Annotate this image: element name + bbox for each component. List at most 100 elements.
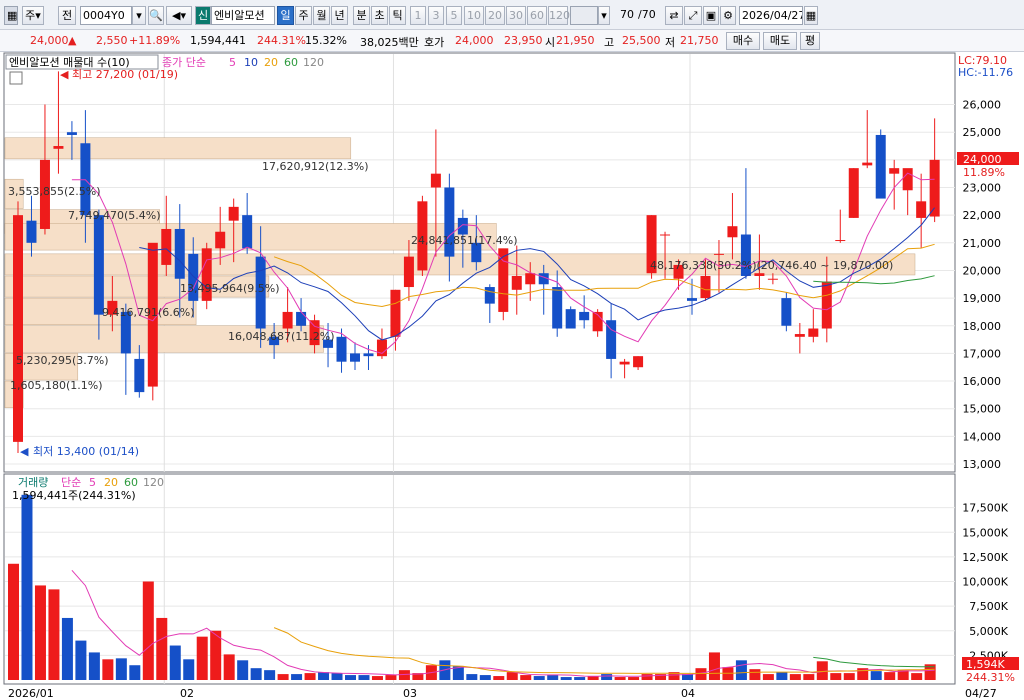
candle-body [282,311,293,329]
candle-body [53,146,64,149]
volume-profile-label: 5,230,295(3.7%) [16,354,109,367]
volume-bar [574,677,586,680]
date-tick-label: 03 [403,687,417,700]
price-tick-label: 21,000 [963,237,1002,250]
volume-title: 거래량 [18,476,48,489]
price-tick-label: 13,000 [963,458,1002,471]
volume-tick-label: 7,500K [969,600,1008,613]
volume-bar [88,652,100,680]
volume-bar [115,658,127,680]
price-tick-label: 22,000 [963,209,1002,222]
candlestick-chart[interactable]: 17,620,912(12.3%) 3,553,855(2.5%) 7,749,47… [0,0,1024,700]
volume-bar [277,674,289,680]
price-tick-label: 25,000 [963,126,1002,139]
candle-body [403,256,414,288]
candle-body [902,168,913,191]
candle-body [875,134,886,199]
volume-tick-label: 17,500K [962,502,1008,515]
volume-bar [547,675,559,680]
volume-tick-label: 15,000K [962,526,1008,539]
candle-body [781,298,792,326]
volume-bar [628,677,640,680]
candle-body [484,287,495,304]
candle-body [13,215,23,442]
vol-ma5-label: 5 [89,476,96,489]
volume-summary: 1,594,441주(244.31%) [12,489,136,502]
candle-body [26,220,37,243]
indicator-title: 엔비알모션 매물대 수(10) [9,55,130,69]
candle-body [525,273,536,285]
volume-profile-label: 17,620,912(12.3%) [262,160,369,173]
volume-bar [156,617,168,680]
candle-body [848,168,859,218]
volume-bar [196,636,208,680]
volume-bar [371,676,383,680]
candle-body [767,278,778,280]
low-marker-arrow: ◀ [20,445,29,458]
volume-bar [291,674,303,680]
hc-label: HC:-11.76 [958,66,1013,79]
candle-body [552,287,563,329]
candle-body [727,226,738,238]
candle-body [916,201,927,218]
volume-profile-label: 7,749,470(5.4%) [68,209,161,222]
volume-bar [331,673,343,680]
volume-bar [48,589,60,680]
volume-profile-label: 9,416,791(6.6%) [102,306,195,319]
candle-body [215,231,226,249]
vol-ma60-label: 60 [124,476,138,489]
volume-bar [911,673,923,680]
volume-bar [102,659,114,680]
date-tick-label: 2026/01 [8,687,54,700]
volume-ma-label: 단순 [61,476,81,489]
volume-bar [843,673,855,680]
volume-bar [345,675,356,680]
candle-body [336,336,347,362]
candle-body [660,234,671,236]
volume-bar [816,661,828,680]
candle-body [161,228,172,265]
candle-body [93,215,104,315]
candle-body [579,311,590,321]
candle-body [390,289,401,337]
candle-body [296,311,307,326]
volume-bar [870,671,882,680]
candle-body [174,228,185,279]
candle-body [565,309,576,329]
candle-body [889,168,900,174]
price-tick-label: 26,000 [963,99,1002,112]
current-volume-pct: 244.31% [966,671,1015,684]
ma10-label: 10 [244,56,258,69]
date-tick-label: 04/27 [965,687,997,700]
candle-body [66,132,77,135]
volume-bar [601,674,613,680]
volume-bar [8,563,19,680]
candle-body [228,206,239,221]
volume-bar [237,660,249,680]
volume-bar [735,660,747,680]
candle-body [687,298,697,301]
current-volume-tag-text: 1,594K [966,658,1005,671]
volume-bar [250,668,262,680]
volume-bar [789,674,801,680]
date-tick-label: 02 [180,687,194,700]
volume-bar [183,659,195,680]
volume-bar [21,494,33,680]
volume-tick-label: 5,000K [969,625,1008,638]
high-annotation: 최고 27,200 (01/19) [72,68,178,81]
volume-profile-label: 16,048,687(11.2%) [228,330,335,343]
price-tick-label: 14,000 [963,430,1002,443]
volume-bar [803,674,815,680]
volume-bar [776,672,788,680]
candle-body [835,240,846,242]
volume-bar [385,675,397,680]
volume-tick-label: 10,000K [962,576,1008,589]
price-tick-label: 17,000 [963,347,1002,360]
volume-profile-label: 24,841,851(17.4%) [411,234,518,247]
candle-body [794,334,805,337]
candle-body [619,361,630,365]
price-tick-label: 20,000 [963,264,1002,277]
grid-toggle-icon[interactable] [9,71,23,85]
candle-body [498,248,509,312]
volume-profile-label: 13,495,964(9.5%) [180,282,280,295]
